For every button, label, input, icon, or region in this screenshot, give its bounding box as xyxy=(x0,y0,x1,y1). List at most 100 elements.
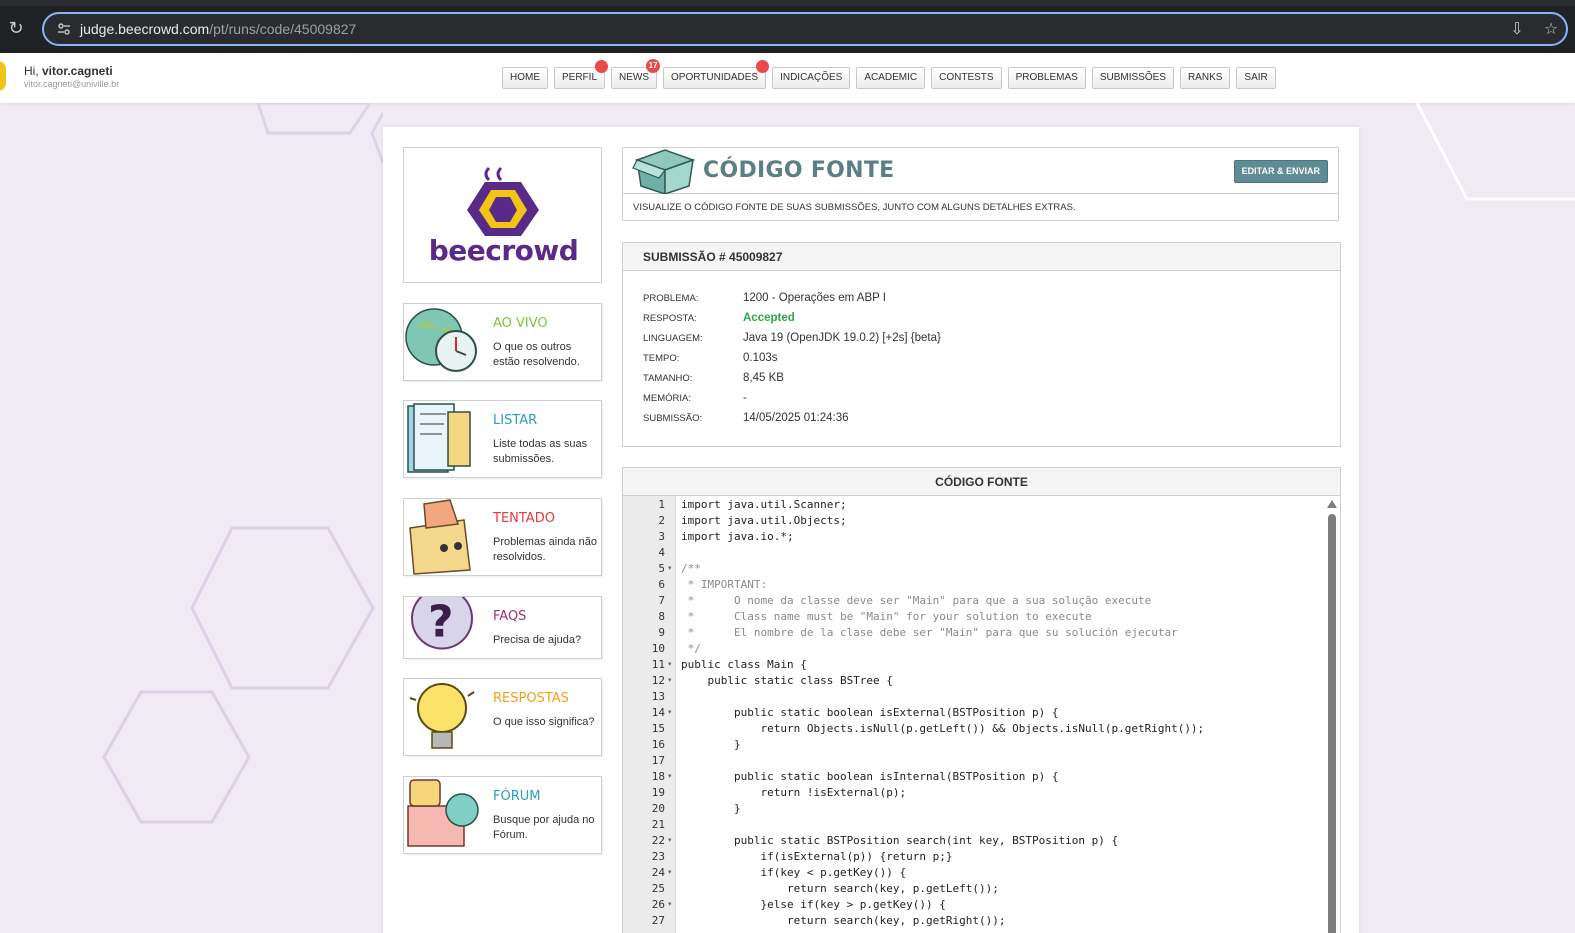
fold-toggle-icon[interactable]: ▾ xyxy=(668,897,676,913)
fold-toggle-icon[interactable] xyxy=(668,881,676,897)
nav-contests[interactable]: CONTESTS xyxy=(931,67,1002,89)
fold-toggle-icon[interactable] xyxy=(668,753,676,769)
code-line: /** xyxy=(681,562,701,575)
fold-toggle-icon[interactable] xyxy=(668,577,676,593)
username[interactable]: vitor.cagneti xyxy=(42,64,113,78)
nav-perfil[interactable]: PERFIL xyxy=(554,60,609,89)
reload-icon[interactable]: ↻ xyxy=(6,18,26,38)
nav-indica-es[interactable]: INDICAÇÕES xyxy=(772,67,851,89)
url-text: judge.beecrowd.com/pt/runs/code/45009827 xyxy=(80,21,356,37)
fold-toggle-icon[interactable]: ▾ xyxy=(668,769,676,785)
fold-toggle-icon[interactable] xyxy=(668,721,676,737)
nav-home[interactable]: HOME xyxy=(502,67,548,89)
fold-toggle-icon[interactable] xyxy=(668,913,676,929)
code-line: */ xyxy=(681,642,701,655)
fold-toggle-icon[interactable] xyxy=(668,689,676,705)
sidebar-item-title: RESPOSTAS xyxy=(493,691,569,706)
fold-toggle-icon[interactable] xyxy=(668,593,676,609)
code-line: } xyxy=(681,738,741,751)
nav-submiss-es[interactable]: SUBMISSÕES xyxy=(1091,67,1174,89)
line-number: 14 xyxy=(651,706,665,719)
scrollbar-thumb[interactable] xyxy=(1328,514,1336,933)
fold-toggle-icon[interactable] xyxy=(668,609,676,625)
line-number: 26 xyxy=(651,898,665,911)
line-number: 3 xyxy=(658,530,665,543)
bookmark-star-icon[interactable]: ☆ xyxy=(1540,19,1562,41)
fold-toggle-icon[interactable] xyxy=(668,497,676,513)
sidebar-item-faqs[interactable]: ? FAQS Precisa de ajuda? xyxy=(403,596,602,659)
forum-illustration-icon xyxy=(407,779,479,847)
fold-toggle-icon[interactable] xyxy=(668,817,676,833)
nav-ranks[interactable]: RANKS xyxy=(1179,67,1231,89)
sidebar-item-answers[interactable]: RESPOSTAS O que isso significa? xyxy=(403,678,602,756)
line-number: 17 xyxy=(651,754,665,767)
nav-label: OPORTUNIDADES xyxy=(671,72,759,83)
sidebar-item-title: AO VIVO xyxy=(493,316,548,331)
fold-toggle-icon[interactable] xyxy=(668,625,676,641)
fold-toggle-icon[interactable] xyxy=(668,849,676,865)
detail-label: MEMÓRIA: xyxy=(643,393,692,404)
svg-text:?: ? xyxy=(428,597,454,648)
scroll-up-icon[interactable] xyxy=(1327,500,1337,508)
line-number: 4 xyxy=(658,546,665,559)
fold-toggle-icon[interactable] xyxy=(668,641,676,657)
sidebar-item-attempted[interactable]: TENTADO Problemas ainda não resolvidos. xyxy=(403,498,602,576)
sidebar-item-title: FAQS xyxy=(493,609,527,624)
code-line: * O nome da classe deve ser "Main" para … xyxy=(681,594,1152,607)
nav-academic[interactable]: ACADEMIC xyxy=(856,67,926,89)
submission-header: SUBMISSÃO # 45009827 xyxy=(623,243,1340,271)
line-number: 7 xyxy=(658,594,665,607)
fold-toggle-icon[interactable] xyxy=(668,545,676,561)
line-number: 2 xyxy=(658,514,665,527)
detail-value: Java 19 (OpenJDK 19.0.2) [+2s] {beta} xyxy=(743,332,941,344)
nav-problemas[interactable]: PROBLEMAS xyxy=(1007,67,1086,89)
beecrowd-logo[interactable]: beecrowd xyxy=(403,147,602,283)
fold-toggle-icon[interactable]: ▾ xyxy=(668,561,676,577)
user-email: vitor.cagneti@univille.br xyxy=(24,79,120,89)
code-line: public static boolean isExternal(BSTPosi… xyxy=(681,706,1059,719)
fold-toggle-icon[interactable] xyxy=(668,737,676,753)
fold-toggle-icon[interactable]: ▾ xyxy=(668,705,676,721)
code-line: }else if(key > p.getKey()) { xyxy=(681,898,946,911)
site-info-icon[interactable] xyxy=(56,21,72,37)
code-line: public static boolean isInternal(BSTPosi… xyxy=(681,770,1059,783)
fold-toggle-icon[interactable] xyxy=(668,801,676,817)
fold-toggle-icon[interactable]: ▾ xyxy=(668,657,676,673)
nav-sair[interactable]: SAIR xyxy=(1236,67,1276,89)
code-line: * IMPORTANT: xyxy=(681,578,768,591)
nav-label: INDICAÇÕES xyxy=(780,72,843,83)
avatar[interactable] xyxy=(0,61,6,91)
line-number: 23 xyxy=(651,850,665,863)
fold-toggle-icon[interactable] xyxy=(668,513,676,529)
nav-label: CONTESTS xyxy=(939,72,994,83)
fold-toggle-icon[interactable] xyxy=(668,529,676,545)
nav-oportunidades[interactable]: OPORTUNIDADES xyxy=(663,60,770,89)
code-line: import java.util.Scanner; xyxy=(681,498,847,511)
code-scrollbar[interactable] xyxy=(1327,500,1337,933)
install-app-icon[interactable]: ⇩ xyxy=(1506,19,1528,41)
code-line: import java.io.*; xyxy=(681,530,794,543)
nav-news[interactable]: NEWS 17 xyxy=(611,59,661,89)
fold-toggle-icon[interactable]: ▾ xyxy=(668,673,676,689)
address-bar[interactable]: judge.beecrowd.com/pt/runs/code/45009827… xyxy=(42,12,1568,46)
sidebar-item-live[interactable]: AO VIVO O que os outros estão resolvendo. xyxy=(403,303,602,381)
code-line: public static BSTPosition search(int key… xyxy=(681,834,1119,847)
detail-value[interactable]: 1200 - Operações em ABP I xyxy=(743,292,886,304)
source-code-box: CÓDIGO FONTE 1 2 3 4 5 ▾ 6 7 8 9 10 11 ▾ 12 ▾ 13 14 ▾ 15 16… xyxy=(622,467,1341,933)
fold-toggle-icon[interactable] xyxy=(668,785,676,801)
fold-toggle-icon[interactable]: ▾ xyxy=(668,865,676,881)
sidebar-item-list[interactable]: LISTAR Liste todas as suas submissões. xyxy=(403,400,602,478)
sidebar-item-forum[interactable]: FÓRUM Busque por ajuda no Fórum. xyxy=(403,776,602,854)
edit-and-submit-button[interactable]: EDITAR & ENVIAR xyxy=(1233,160,1328,183)
fold-toggle-icon[interactable]: ▾ xyxy=(668,833,676,849)
page-description: VISUALIZE O CÓDIGO FONTE DE SUAS SUBMISS… xyxy=(633,202,1076,213)
code-editor[interactable]: import java.util.Scanner; import java.uti… xyxy=(678,497,1324,933)
line-number: 18 xyxy=(651,770,665,783)
code-line: * Class name must be "Main" for your sol… xyxy=(681,610,1092,623)
background-decoration xyxy=(102,103,383,824)
code-line: if(isExternal(p)) {return p;} xyxy=(681,850,953,863)
url-host: judge.beecrowd.com xyxy=(80,21,210,37)
source-code-header: CÓDIGO FONTE xyxy=(623,468,1340,496)
